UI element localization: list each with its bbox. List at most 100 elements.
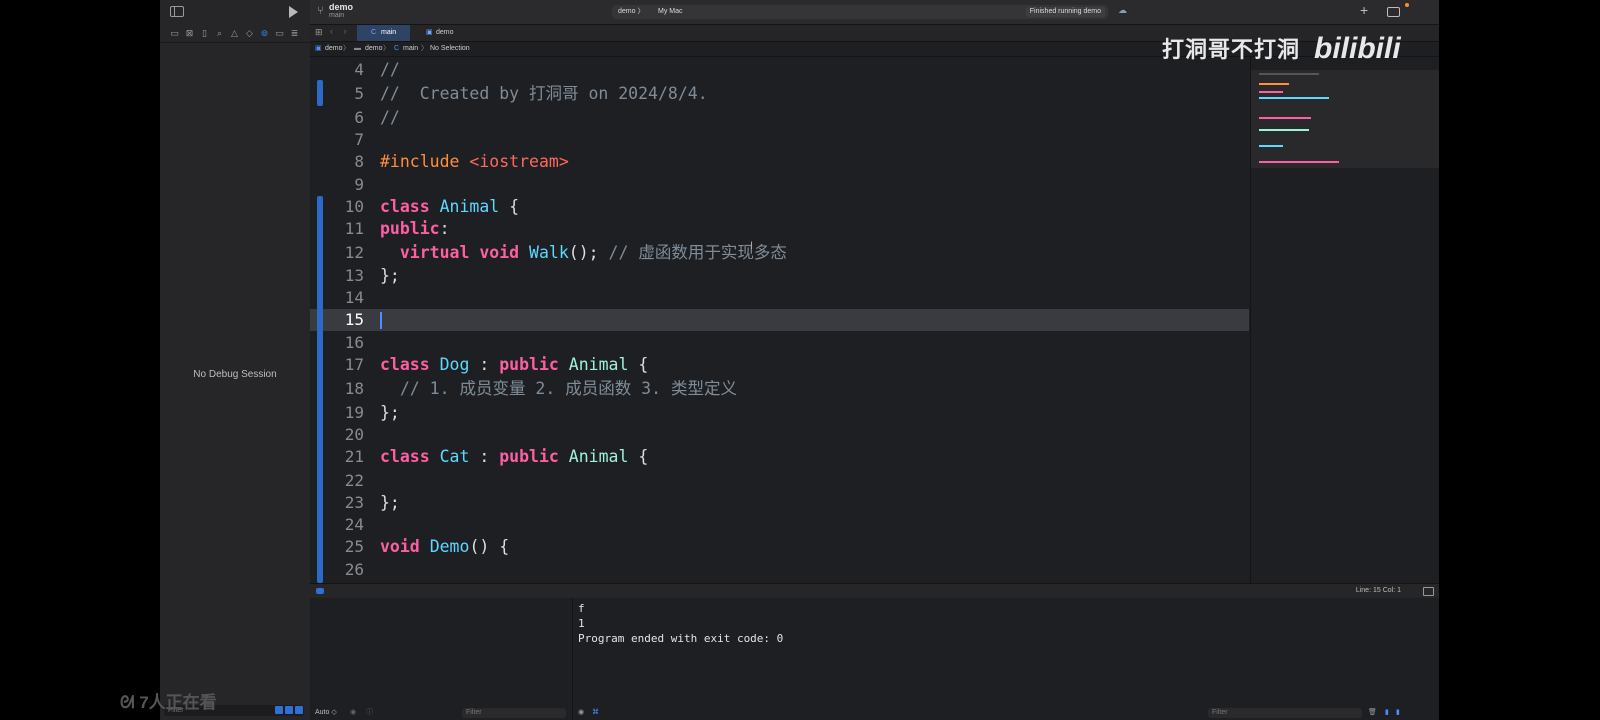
issue-warning-icon[interactable]: △ bbox=[228, 28, 241, 38]
eye-icon[interactable]: ◉ bbox=[578, 706, 584, 720]
split-left-icon[interactable]: ▮ bbox=[1385, 706, 1389, 720]
comment: // 1. 成员变量 2. 成员函数 3. 类型定义 bbox=[399, 379, 737, 398]
debug-navigator-icon[interactable]: ⊚ bbox=[258, 28, 271, 38]
bookmark-icon[interactable]: ▯ bbox=[198, 28, 211, 38]
function-name: Walk bbox=[529, 243, 569, 262]
console-mode-icon[interactable]: ⌘ bbox=[592, 706, 599, 720]
jump-file[interactable]: main bbox=[403, 42, 418, 56]
filter-option-3-icon[interactable] bbox=[295, 706, 303, 714]
code-line[interactable]: // Created by 打洞哥 on 2024/8/4. bbox=[380, 83, 708, 105]
variables-view[interactable] bbox=[310, 598, 573, 720]
minimap[interactable] bbox=[1250, 57, 1439, 583]
line-number: 16 bbox=[344, 333, 364, 352]
code-line[interactable]: // bbox=[380, 107, 400, 129]
function-name: Demo bbox=[429, 537, 470, 556]
run-button[interactable] bbox=[289, 6, 298, 18]
scheme-selector[interactable]: demo 〉 bbox=[618, 5, 644, 19]
editor-status-bar: Line: 15 Col: 1 bbox=[310, 583, 1439, 599]
code-line[interactable]: // bbox=[380, 59, 400, 81]
code-line[interactable]: }; bbox=[380, 402, 400, 424]
change-indicator[interactable] bbox=[317, 80, 323, 106]
branch-icon: ⑂ bbox=[317, 5, 324, 17]
eye-icon[interactable]: ◉ bbox=[350, 706, 356, 720]
line-number: 12 bbox=[344, 243, 364, 262]
console-filter-field[interactable]: Filter bbox=[1208, 708, 1362, 718]
related-items-icon[interactable]: ⊞ bbox=[315, 27, 323, 38]
code-line[interactable]: #include <iostream> bbox=[380, 151, 569, 173]
punctuation: { bbox=[628, 447, 649, 466]
jump-folder[interactable]: demo bbox=[365, 42, 383, 56]
variables-footer: Auto ◇ ◉ ⓘ Filter bbox=[310, 706, 572, 720]
code-line[interactable]: class Animal { bbox=[380, 196, 519, 218]
jump-project[interactable]: demo bbox=[325, 42, 343, 56]
change-indicator[interactable] bbox=[317, 196, 323, 583]
minimap-line bbox=[1259, 161, 1339, 163]
code-line[interactable]: class Cat : public Animal { bbox=[380, 446, 648, 468]
line-number: 13 bbox=[344, 266, 364, 285]
folder-icon[interactable]: ▭ bbox=[168, 28, 181, 38]
sidebar-toggle-icon[interactable] bbox=[170, 6, 184, 17]
source-editor[interactable]: 4 5 6 7 8 9 10 11 12 13 14 15 16 17 18 1… bbox=[310, 57, 1249, 583]
line-number: 23 bbox=[344, 493, 364, 512]
cursor-position: Line: 15 Col: 1 bbox=[1355, 587, 1401, 594]
c-file-icon: C bbox=[371, 29, 377, 36]
type-name: Animal bbox=[568, 355, 629, 374]
test-diamond-icon[interactable]: ◇ bbox=[243, 28, 256, 38]
line-number: 26 bbox=[344, 560, 364, 579]
punctuation: : bbox=[469, 355, 500, 374]
split-right-icon[interactable]: ▮ bbox=[1396, 706, 1400, 720]
code-line[interactable]: }; bbox=[380, 492, 400, 514]
branch-name[interactable]: main bbox=[329, 12, 344, 19]
text-cursor bbox=[380, 312, 382, 329]
tab-main[interactable]: C main bbox=[357, 25, 410, 41]
activity-view: demo 〉 My Mac Finished running demo bbox=[612, 5, 1108, 19]
code-line[interactable]: virtual void Walk(); // 虚函数用于实现多态 bbox=[380, 242, 787, 264]
debug-area-toggle-icon[interactable] bbox=[316, 588, 324, 594]
code-line[interactable]: class Dog : public Animal { bbox=[380, 354, 648, 376]
build-status: Finished running demo bbox=[1025, 7, 1105, 17]
comment: // 虚函数用于实现多态 bbox=[608, 243, 787, 262]
navigator-toolbar bbox=[160, 0, 310, 24]
type-name: Animal bbox=[439, 197, 500, 216]
code-line[interactable]: void Demo() { bbox=[380, 536, 509, 558]
run-destination[interactable]: My Mac bbox=[658, 5, 683, 19]
filter-label: Filter bbox=[466, 709, 482, 716]
trash-icon[interactable]: 🗑 bbox=[1368, 706, 1377, 720]
keyword: void bbox=[479, 243, 520, 262]
panel-toggle-icon[interactable] bbox=[1423, 587, 1434, 596]
scope-selector[interactable]: Auto ◇ bbox=[315, 706, 337, 720]
filter-option-2-icon[interactable] bbox=[285, 706, 293, 714]
line-number: 6 bbox=[354, 108, 364, 127]
add-library-button[interactable]: + bbox=[1360, 2, 1368, 18]
code-line[interactable]: }; bbox=[380, 265, 400, 287]
filter-option-1-icon[interactable] bbox=[275, 706, 283, 714]
breakpoint-icon[interactable]: ▭ bbox=[273, 28, 286, 38]
minimap-line bbox=[1259, 145, 1283, 147]
code-line[interactable]: public: bbox=[380, 218, 450, 240]
line-number: 7 bbox=[354, 130, 364, 149]
viewer-count-text: 7人正在看 bbox=[139, 693, 217, 712]
source-control-icon[interactable]: ⊠ bbox=[183, 28, 196, 38]
separator: 〉 bbox=[343, 45, 350, 52]
keyword: class bbox=[380, 355, 430, 374]
separator: 〉 bbox=[421, 45, 428, 52]
console-output[interactable]: f 1 Program ended with exit code: 0 bbox=[573, 598, 1439, 720]
tab-demo[interactable]: ▣ demo bbox=[412, 25, 465, 41]
jump-selection[interactable]: No Selection bbox=[430, 42, 470, 56]
line-number: 20 bbox=[344, 425, 364, 444]
find-icon[interactable]: ⌕ bbox=[213, 28, 226, 38]
code-line[interactable]: // 1. 成员变量 2. 成员函数 3. 类型定义 bbox=[380, 378, 737, 400]
history-arrows-icon[interactable]: ‹ › bbox=[330, 26, 351, 36]
info-icon[interactable]: ⓘ bbox=[366, 706, 373, 720]
navigator-selector-bar: ▭ ⊠ ▯ ⌕ △ ◇ ⊚ ▭ ≣ bbox=[160, 24, 310, 43]
project-name[interactable]: demo bbox=[329, 2, 353, 12]
inspector-toggle-icon[interactable] bbox=[1387, 7, 1400, 17]
report-icon[interactable]: ≣ bbox=[288, 28, 301, 38]
variables-filter-field[interactable]: Filter bbox=[462, 708, 566, 718]
line-number: 10 bbox=[344, 197, 364, 216]
c-file-icon: C bbox=[394, 45, 400, 52]
cloud-icon[interactable]: ☁ bbox=[1118, 5, 1127, 16]
tab-label: demo bbox=[436, 29, 454, 36]
type-name: Cat bbox=[439, 447, 470, 466]
line-number: 18 bbox=[344, 379, 364, 398]
